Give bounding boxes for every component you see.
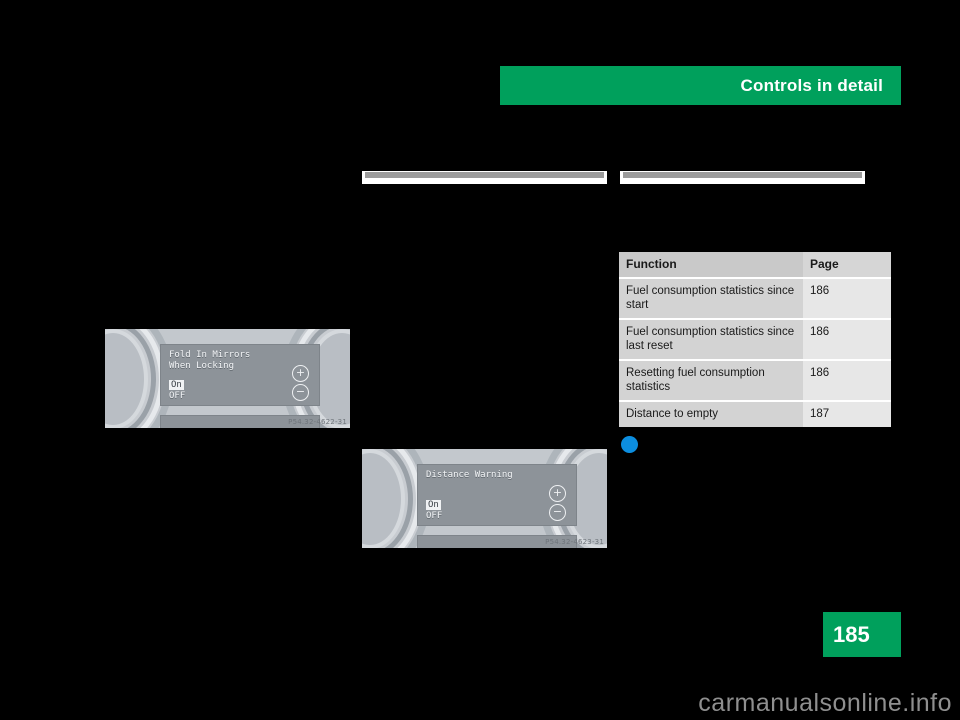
- column-rule-middle: [362, 171, 607, 184]
- page-number: 185: [833, 621, 870, 647]
- lcd-title: Fold In Mirrors When Locking: [169, 350, 251, 371]
- manual-page: Controls in detail Function Page Fuel co…: [0, 0, 960, 720]
- section-header-bar: Controls in detail: [500, 66, 901, 105]
- table-cell-function: Fuel consumption statistics since start: [619, 278, 803, 320]
- table-row: Distance to empty 187: [619, 401, 891, 427]
- lcd-option-off: OFF: [169, 391, 186, 401]
- table-cell-function: Fuel consumption statistics since last r…: [619, 319, 803, 361]
- table-cell-page: 186: [803, 319, 891, 361]
- column-rule-bar: [365, 172, 604, 178]
- table-cell-function: Resetting fuel consumption statistics: [619, 360, 803, 402]
- table-header-page: Page: [803, 252, 891, 279]
- page-title: Controls in detail: [740, 75, 883, 95]
- watermark: carmanualsonline.info: [698, 689, 952, 717]
- table-row: Fuel consumption statistics since start …: [619, 278, 891, 320]
- column-rule-right: [620, 171, 865, 184]
- figure-distance-warning-display: Distance Warning On OFF + − P54.32-4623-…: [362, 449, 607, 548]
- column-rule-bar: [623, 172, 862, 178]
- blue-bullet-icon: [621, 436, 638, 453]
- lcd-panel: Fold In Mirrors When Locking On OFF + −: [160, 344, 320, 406]
- lcd-option-selected: On: [169, 380, 184, 390]
- table-cell-function: Distance to empty: [619, 401, 803, 427]
- table-cell-page: 186: [803, 360, 891, 402]
- lcd-option-off: OFF: [426, 511, 443, 521]
- table-cell-page: 186: [803, 278, 891, 320]
- function-page-reference-table: Function Page Fuel consumption statistic…: [619, 252, 891, 427]
- table-header-function: Function: [619, 252, 803, 279]
- figure-fold-in-mirrors-display: Fold In Mirrors When Locking On OFF + − …: [105, 329, 350, 428]
- minus-button-icon: −: [549, 504, 566, 521]
- table-cell-page: 187: [803, 401, 891, 427]
- figure-reference-code: P54.32-4622-31: [288, 418, 347, 426]
- page-number-block: 185: [823, 612, 901, 657]
- table-row: Resetting fuel consumption statistics 18…: [619, 360, 891, 402]
- lcd-panel: Distance Warning On OFF + −: [417, 464, 577, 526]
- plus-button-icon: +: [292, 365, 309, 382]
- plus-button-icon: +: [549, 485, 566, 502]
- figure-reference-code: P54.32-4623-31: [545, 538, 604, 546]
- minus-button-icon: −: [292, 384, 309, 401]
- table-header-row: Function Page: [619, 252, 891, 279]
- table-row: Fuel consumption statistics since last r…: [619, 319, 891, 361]
- lcd-title: Distance Warning: [426, 470, 513, 480]
- lcd-option-selected: On: [426, 500, 441, 510]
